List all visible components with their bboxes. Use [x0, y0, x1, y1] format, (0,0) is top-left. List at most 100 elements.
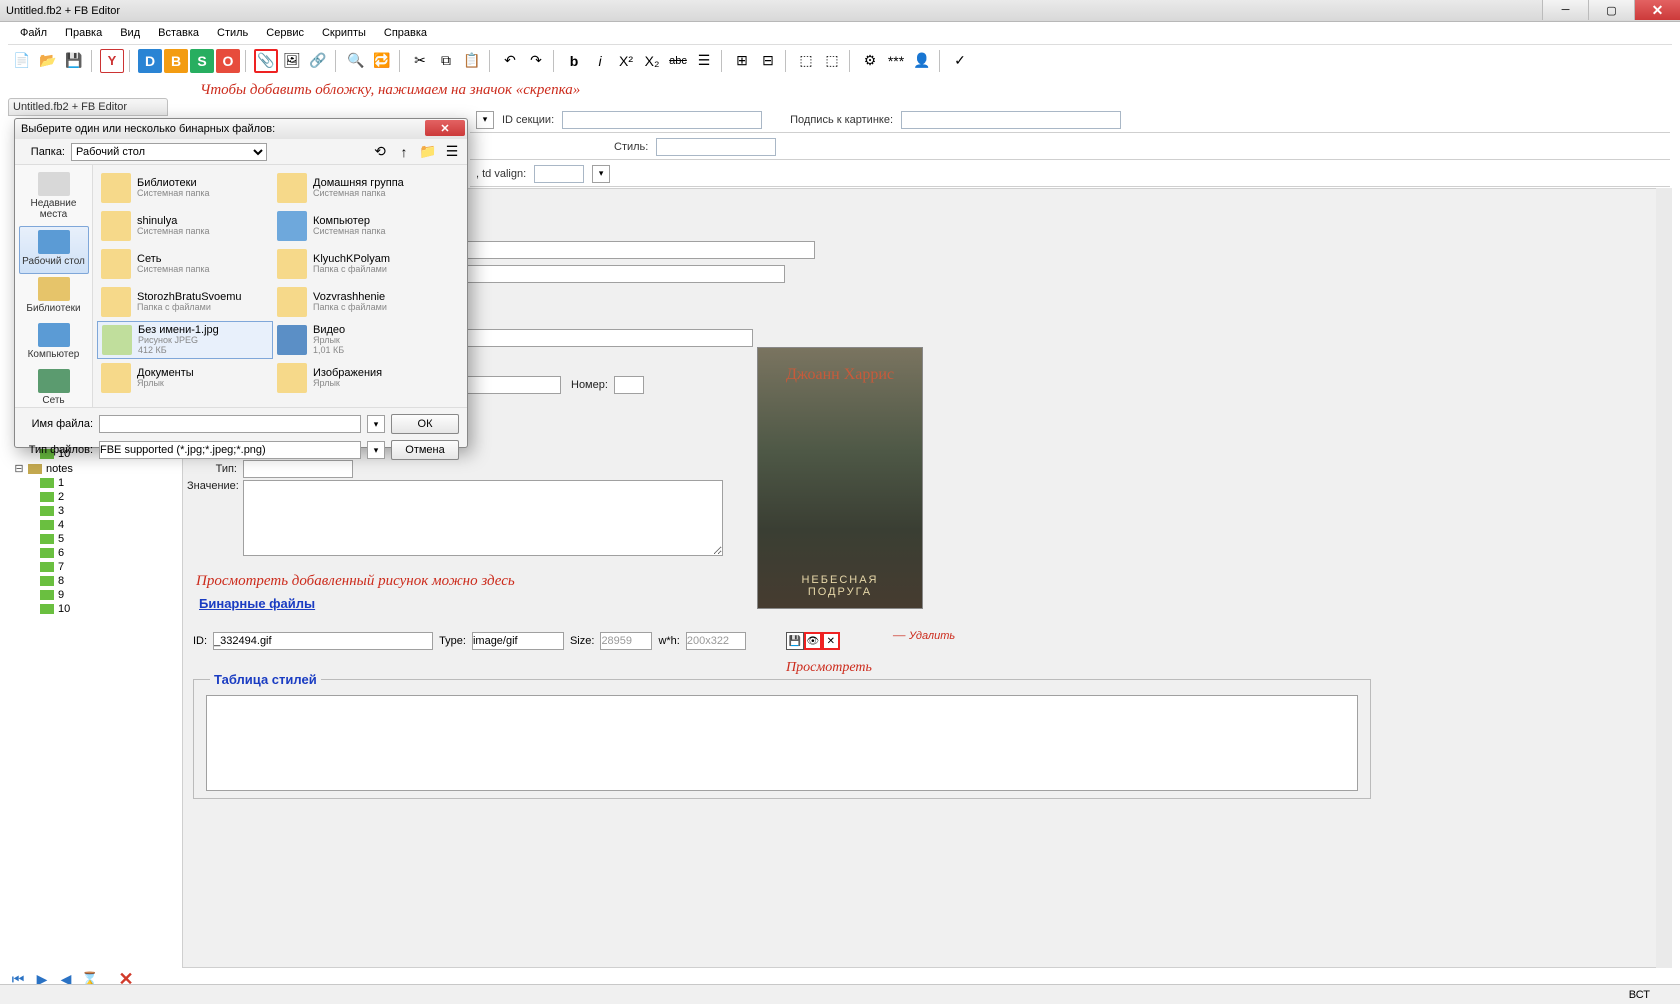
valign-dropdown-icon[interactable]: ▾ — [592, 165, 610, 183]
menu-view[interactable]: Вид — [112, 24, 148, 42]
tree-item[interactable]: 10 — [8, 602, 176, 616]
style-input[interactable] — [656, 138, 776, 156]
place-network[interactable]: Сеть — [19, 366, 89, 412]
tool-c-icon[interactable]: ⬚ — [794, 49, 818, 73]
file-item[interactable]: KlyuchKPolyamПапка с файлами — [273, 245, 449, 283]
tree-item[interactable]: 1 — [8, 476, 176, 490]
binary-save-icon[interactable]: 💾 — [786, 632, 804, 650]
redo-icon[interactable]: ↷ — [524, 49, 548, 73]
s-icon[interactable]: S — [190, 49, 214, 73]
form-field-2[interactable] — [433, 265, 785, 283]
styles-textarea[interactable] — [206, 695, 1358, 791]
copy-icon[interactable]: ⧉ — [434, 49, 458, 73]
tree-item[interactable]: 7 — [8, 560, 176, 574]
file-item[interactable]: StorozhBratuSvoemuПапка с файлами — [97, 283, 273, 321]
undo-icon[interactable]: ↶ — [498, 49, 522, 73]
replace-icon[interactable]: 🔁 — [370, 49, 394, 73]
form-field-3[interactable] — [433, 329, 753, 347]
dropdown-arrow-icon[interactable]: ▾ — [476, 111, 494, 129]
d-icon[interactable]: D — [138, 49, 162, 73]
place-recent[interactable]: Недавние места — [19, 169, 89, 226]
more-icon[interactable]: *** — [884, 49, 908, 73]
settings-icon[interactable]: ⚙ — [858, 49, 882, 73]
filename-input[interactable] — [99, 415, 361, 433]
image-icon[interactable]: 🖼 — [280, 49, 304, 73]
tool-d-icon[interactable]: ⬚ — [820, 49, 844, 73]
vertical-scrollbar[interactable] — [1656, 188, 1672, 968]
file-item[interactable]: СетьСистемная папка — [97, 245, 273, 283]
italic-icon[interactable]: i — [588, 49, 612, 73]
tree-item[interactable]: 6 — [8, 546, 176, 560]
file-item[interactable]: Домашняя группаСистемная папка — [273, 169, 449, 207]
dialog-folder-select[interactable]: Рабочий стол — [71, 143, 267, 161]
dialog-close-button[interactable]: ✕ — [425, 120, 465, 136]
file-item[interactable]: Без имени-1.jpgРисунок JPEG412 КБ — [97, 321, 273, 359]
binary-view-icon[interactable]: 👁 — [804, 632, 822, 650]
file-item[interactable]: VozvrashhenieПапка с файлами — [273, 283, 449, 321]
menu-help[interactable]: Справка — [376, 24, 435, 42]
bold-icon[interactable]: b — [562, 49, 586, 73]
tree-item[interactable]: 9 — [8, 588, 176, 602]
file-item[interactable]: ВидеоЯрлык1,01 КБ — [273, 321, 449, 359]
dialog-up-icon[interactable]: ↑ — [395, 143, 413, 161]
ok-button[interactable]: ОК — [391, 414, 459, 434]
menu-edit[interactable]: Правка — [57, 24, 110, 42]
document-tab[interactable]: Untitled.fb2 + FB Editor — [8, 98, 168, 116]
menu-scripts[interactable]: Скрипты — [314, 24, 374, 42]
tree-item[interactable]: 5 — [8, 532, 176, 546]
binary-type-input[interactable] — [472, 632, 564, 650]
paste-icon[interactable]: 📋 — [460, 49, 484, 73]
tree-item[interactable]: 2 — [8, 490, 176, 504]
binary-delete-icon[interactable]: ✕ — [822, 632, 840, 650]
superscript-icon[interactable]: X² — [614, 49, 638, 73]
file-item[interactable]: shinulyaСистемная папка — [97, 207, 273, 245]
o-icon[interactable]: O — [216, 49, 240, 73]
file-item[interactable]: БиблиотекиСистемная папка — [97, 169, 273, 207]
menu-file[interactable]: Файл — [12, 24, 55, 42]
caption-input[interactable] — [901, 111, 1121, 129]
tool-a-icon[interactable]: ⊞ — [730, 49, 754, 73]
menu-insert[interactable]: Вставка — [150, 24, 207, 42]
file-item[interactable]: ИзображенияЯрлык — [273, 359, 449, 397]
user-icon[interactable]: 👤 — [910, 49, 934, 73]
file-item[interactable]: ДокументыЯрлык — [97, 359, 273, 397]
filetype-select[interactable] — [99, 441, 361, 459]
value-textarea[interactable] — [243, 480, 723, 556]
attach-cover-icon[interactable]: 📎 — [254, 49, 278, 73]
cancel-button[interactable]: Отмена — [391, 440, 459, 460]
menu-service[interactable]: Сервис — [258, 24, 312, 42]
form-field-1[interactable] — [433, 241, 815, 259]
place-libraries[interactable]: Библиотеки — [19, 274, 89, 320]
maximize-button[interactable]: ▢ — [1588, 0, 1634, 20]
dialog-newfolder-icon[interactable]: 📁 — [419, 143, 437, 161]
find-icon[interactable]: 🔍 — [344, 49, 368, 73]
dialog-view-icon[interactable]: ☰ — [443, 143, 461, 161]
section-id-input[interactable] — [562, 111, 762, 129]
link-icon[interactable]: 🔗 — [306, 49, 330, 73]
b-icon[interactable]: В — [164, 49, 188, 73]
minimize-button[interactable]: ─ — [1542, 0, 1588, 20]
yandex-icon[interactable]: Y — [100, 49, 124, 73]
tree-item[interactable]: 3 — [8, 504, 176, 518]
file-item[interactable]: КомпьютерСистемная папка — [273, 207, 449, 245]
cut-icon[interactable]: ✂ — [408, 49, 432, 73]
new-file-icon[interactable]: 📄 — [10, 49, 34, 73]
code-icon[interactable]: ☰ — [692, 49, 716, 73]
tool-b-icon[interactable]: ⊟ — [756, 49, 780, 73]
subscript-icon[interactable]: X₂ — [640, 49, 664, 73]
save-icon[interactable]: 💾 — [62, 49, 86, 73]
open-file-icon[interactable]: 📂 — [36, 49, 60, 73]
dialog-back-icon[interactable]: ⟲ — [371, 143, 389, 161]
strikethrough-icon[interactable]: abc — [666, 49, 690, 73]
tree-item[interactable]: 8 — [8, 574, 176, 588]
place-computer[interactable]: Компьютер — [19, 320, 89, 366]
binary-id-input[interactable] — [213, 632, 433, 650]
menu-style[interactable]: Стиль — [209, 24, 256, 42]
tree-item[interactable]: 4 — [8, 518, 176, 532]
place-desktop[interactable]: Рабочий стол — [19, 226, 89, 274]
valign-input[interactable] — [534, 165, 584, 183]
close-button[interactable]: ✕ — [1634, 0, 1680, 20]
validate-icon[interactable]: ✓ — [948, 49, 972, 73]
number-input[interactable] — [614, 376, 644, 394]
filename-dropdown-icon[interactable]: ▾ — [367, 415, 385, 433]
